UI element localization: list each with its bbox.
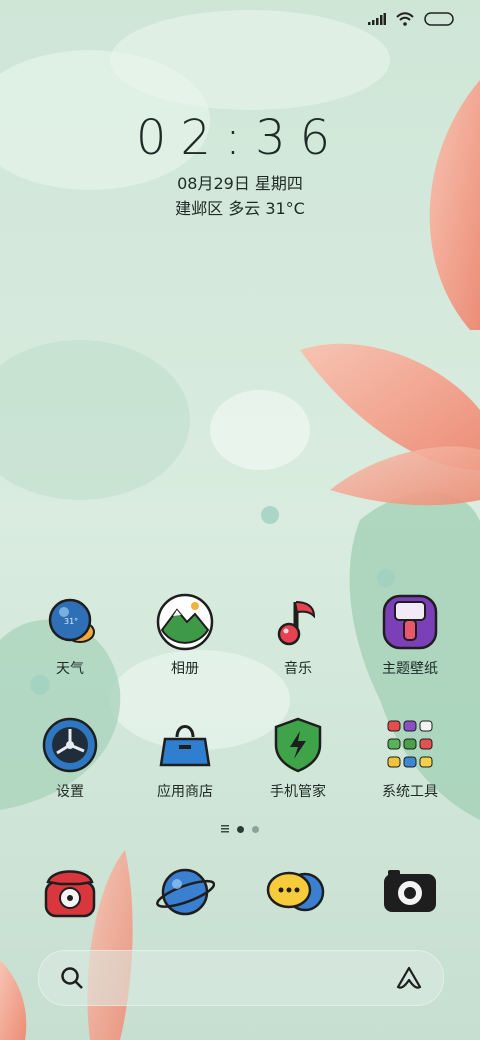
app-label: 系统工具 [382,784,438,800]
browser-icon [156,868,216,916]
app-weather[interactable]: 31° 天气 [15,592,125,678]
search-bar[interactable] [38,950,444,1006]
app-label: 相册 [171,661,199,677]
app-themes[interactable]: 主题壁纸 [355,592,465,678]
lockscreen-weather[interactable]: 建邺区 多云 31°C [0,195,480,219]
system-tools-folder-icon [387,720,433,768]
svg-text:31°: 31° [64,617,78,626]
dock-camera[interactable] [380,862,440,922]
music-icon [277,601,316,646]
security-icon [274,717,322,773]
lockscreen-clock[interactable]: 02:36 [0,110,480,166]
page-list-icon [221,825,229,833]
app-label: 应用商店 [157,784,213,800]
signal-icon [368,13,386,25]
app-phone-manager[interactable]: 手机管家 [243,715,353,801]
settings-icon [42,717,98,773]
search-icon[interactable] [59,965,85,991]
battery-icon [424,12,454,26]
app-label: 天气 [56,661,84,677]
page-dot-active[interactable] [237,825,244,833]
phone-icon [44,870,96,918]
themes-icon [382,594,438,650]
dock-messages[interactable] [265,862,325,922]
app-music[interactable]: 音乐 [243,592,353,678]
dock-phone[interactable] [40,862,100,922]
dock-browser[interactable] [155,862,216,922]
app-store[interactable]: 应用商店 [130,715,240,801]
page-indicator[interactable] [0,823,480,835]
app-gallery[interactable]: 相册 [130,592,240,678]
lockscreen-date: 08月29日 星期四 [177,174,303,193]
app-store-icon [159,725,211,767]
wifi-icon [396,12,414,26]
app-label: 手机管家 [270,784,326,800]
app-settings[interactable]: 设置 [15,715,125,801]
weather-icon: 31° [48,598,95,643]
assistant-icon[interactable] [395,965,423,991]
app-label: 音乐 [284,661,312,677]
messages-icon [266,871,325,912]
status-bar [0,0,480,40]
app-label: 主题壁纸 [382,661,438,677]
camera-icon [384,870,436,912]
app-label: 设置 [56,784,84,800]
gallery-icon [156,593,214,651]
page-dot[interactable] [252,825,259,833]
app-system-tools-folder[interactable]: 系统工具 [355,715,465,801]
